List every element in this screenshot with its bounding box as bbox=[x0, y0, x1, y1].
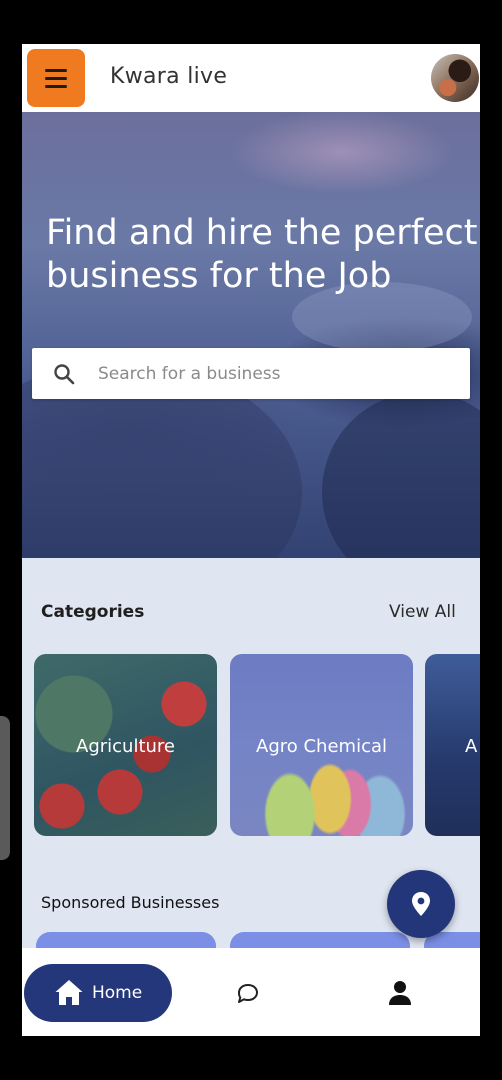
search-icon bbox=[54, 364, 75, 385]
category-card-partial[interactable]: A bbox=[425, 654, 480, 836]
nav-home-button[interactable]: Home bbox=[24, 964, 172, 1022]
home-icon bbox=[55, 980, 83, 1005]
chat-icon bbox=[238, 984, 258, 1003]
category-label: Agro Chemical bbox=[256, 736, 387, 757]
hero-title-line-1: Find and hire the perfect bbox=[46, 213, 478, 253]
category-card-agriculture[interactable]: Agriculture bbox=[34, 654, 217, 836]
person-icon bbox=[389, 981, 411, 1005]
hero-banner: Find and hire the perfect business for t… bbox=[22, 112, 480, 558]
category-label: A bbox=[465, 736, 478, 757]
nav-profile-button[interactable] bbox=[388, 980, 412, 1010]
search-input[interactable] bbox=[98, 348, 458, 399]
categories-carousel[interactable]: Agriculture Agro Chemical A bbox=[34, 654, 480, 836]
search-bar[interactable] bbox=[32, 348, 470, 399]
category-label: Agriculture bbox=[76, 736, 175, 757]
nav-chat-button[interactable] bbox=[234, 982, 260, 1010]
location-pin-icon bbox=[412, 892, 430, 916]
app-screen: Kwara live Find and hire the perfect bus… bbox=[22, 44, 480, 1036]
categories-heading: Categories bbox=[41, 602, 145, 622]
sponsored-heading: Sponsored Businesses bbox=[41, 893, 220, 912]
category-card-agro-chemical[interactable]: Agro Chemical bbox=[230, 654, 413, 836]
side-panel-handle[interactable] bbox=[0, 716, 10, 860]
nav-home-label: Home bbox=[92, 983, 143, 1003]
hero-title: Find and hire the perfect business for t… bbox=[46, 212, 478, 298]
menu-button[interactable] bbox=[27, 49, 85, 107]
location-fab[interactable] bbox=[387, 870, 455, 938]
hero-title-line-2: business for the Job bbox=[46, 256, 392, 296]
view-all-link[interactable]: View All bbox=[389, 602, 456, 622]
top-bar: Kwara live bbox=[22, 44, 480, 112]
bottom-nav: Home bbox=[22, 948, 480, 1036]
app-title: Kwara live bbox=[110, 64, 228, 89]
avatar[interactable] bbox=[431, 54, 479, 102]
